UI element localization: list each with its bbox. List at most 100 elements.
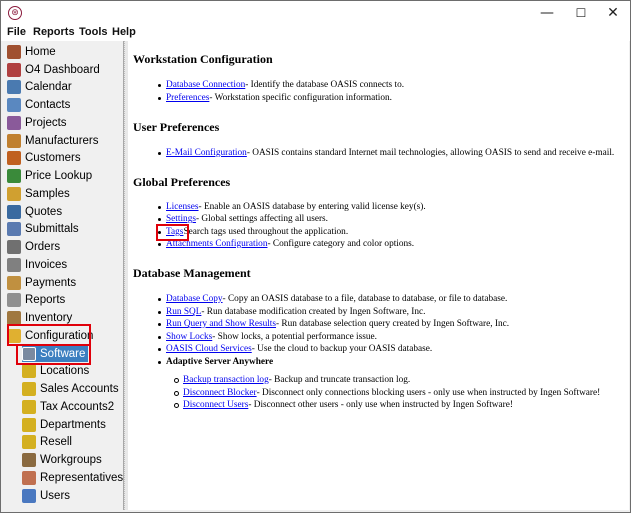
sidebar-item-label: Locations [40, 364, 90, 377]
sidebar-item-calendar[interactable]: Calendar [7, 78, 72, 95]
sidebar-item-label: Customers [25, 151, 81, 164]
preferences-link[interactable]: Preferences [166, 93, 209, 103]
sidebar-item-label: Manufacturers [25, 134, 99, 147]
customers-icon [7, 150, 21, 165]
sidebar-item-tax-accounts2[interactable]: Tax Accounts2 [22, 398, 114, 415]
sidebar-item-sales-accounts[interactable]: Sales Accounts [22, 380, 119, 397]
item-description: - OASIS contains standard Internet mail … [246, 148, 615, 158]
bullet-icon [158, 322, 161, 326]
sidebar-item-label: O4 Dashboard [25, 63, 100, 76]
bullet-icon [158, 151, 161, 155]
item-description: - Disconnect only connections blocking u… [256, 388, 601, 398]
item-description: - Backup and truncate transaction log. [268, 375, 411, 385]
workstation-configuration-heading: Workstation Configuration [133, 52, 273, 66]
sidebar-item-o4-dashboard[interactable]: O4 Dashboard [7, 61, 100, 78]
software-highlight [16, 344, 91, 365]
item-description: - Global settings affecting all users. [195, 214, 328, 224]
run-query-link[interactable]: Run Query and Show Results [166, 319, 276, 329]
list-item: Adaptive Server Anywhere [158, 357, 273, 367]
title-bar: ⊛ — ☐ ✕ [1, 1, 630, 25]
sidebar-item-representatives[interactable]: Representatives [22, 469, 123, 486]
circle-bullet-icon [174, 402, 179, 408]
invoices-icon [7, 257, 21, 272]
application-window: ⊛ — ☐ ✕ File Reports Tools Help Home O4 … [0, 0, 631, 513]
sidebar-item-invoices[interactable]: Invoices [7, 256, 67, 273]
menu-help[interactable]: Help [112, 26, 136, 38]
user-preferences-heading: User Preferences [133, 120, 220, 134]
sidebar-item-home[interactable]: Home [7, 43, 56, 60]
sidebar-item-label: Representatives [40, 471, 124, 484]
database-management-heading: Database Management [133, 266, 251, 280]
item-description: - Run database selection query created b… [276, 319, 510, 329]
sidebar-item-reports[interactable]: Reports [7, 291, 65, 308]
sidebar-item-projects[interactable]: Projects [7, 114, 67, 131]
show-locks-link[interactable]: Show Locks [166, 332, 212, 342]
inventory-icon [7, 310, 21, 325]
sidebar-item-label: Users [40, 489, 71, 502]
sidebar-item-samples[interactable]: Samples [7, 185, 70, 202]
sidebar-item-orders[interactable]: Orders [7, 238, 60, 255]
sidebar-item-label: Calendar [25, 80, 72, 93]
reports-icon [7, 292, 21, 307]
sidebar-item-label: Price Lookup [25, 169, 93, 182]
item-description: - Configure category and color options. [267, 239, 415, 249]
bullet-icon [158, 217, 161, 221]
departments-icon [22, 417, 36, 432]
list-item: Run Query and Show Results - Run databas… [158, 319, 509, 329]
sidebar-item-resell[interactable]: Resell [22, 433, 72, 450]
database-connection-link[interactable]: Database Connection [166, 80, 245, 90]
sidebar-item-users[interactable]: Users [22, 487, 70, 504]
dashboard-icon [7, 62, 21, 77]
submittals-icon [7, 221, 21, 236]
sidebar-item-workgroups[interactable]: Workgroups [22, 451, 102, 468]
database-copy-link[interactable]: Database Copy [166, 294, 223, 304]
menu-reports[interactable]: Reports [33, 26, 75, 38]
sidebar-item-contacts[interactable]: Contacts [7, 96, 70, 113]
sidebar-item-label: Invoices [25, 258, 68, 271]
list-item: Show Locks - Show locks, a potential per… [158, 332, 377, 342]
email-configuration-link[interactable]: E-Mail Configuration [166, 148, 247, 158]
tags-highlight [156, 224, 189, 241]
bullet-icon [158, 310, 161, 314]
oasis-cloud-services-link[interactable]: OASIS Cloud Services [166, 344, 252, 354]
minimize-button[interactable]: — [530, 1, 564, 25]
item-description: - Run database modification created by I… [201, 307, 426, 317]
sidebar-item-label: Quotes [25, 205, 63, 218]
sidebar-item-customers[interactable]: Customers [7, 149, 81, 166]
maximize-button[interactable]: ☐ [564, 1, 598, 25]
menu-tools[interactable]: Tools [79, 26, 108, 38]
workgroups-icon [22, 452, 36, 467]
backup-transaction-log-link[interactable]: Backup transaction log [183, 375, 269, 385]
bullet-icon [158, 242, 161, 246]
list-item: Attachments Configuration - Configure ca… [158, 239, 414, 249]
payments-icon [7, 275, 21, 290]
sidebar-item-label: Submittals [25, 222, 79, 235]
sidebar-item-price-lookup[interactable]: Price Lookup [7, 167, 92, 184]
list-item: Run SQL - Run database modification crea… [158, 307, 425, 317]
sidebar-item-label: Departments [40, 418, 106, 431]
samples-icon [7, 186, 21, 201]
menu-file[interactable]: File [7, 26, 26, 38]
settings-link[interactable]: Settings [166, 214, 196, 224]
sidebar-item-departments[interactable]: Departments [22, 416, 106, 433]
sidebar-item-label: Reports [25, 293, 66, 306]
bullet-icon [158, 335, 161, 339]
list-item: Backup transaction log - Backup and trun… [174, 375, 410, 385]
item-description: Search tags used throughout the applicat… [183, 227, 349, 237]
run-sql-link[interactable]: Run SQL [166, 307, 201, 317]
manufacturers-icon [7, 133, 21, 148]
resell-icon [22, 434, 36, 449]
price-icon [7, 168, 21, 183]
sidebar-item-quotes[interactable]: Quotes [7, 203, 62, 220]
close-button[interactable]: ✕ [596, 1, 630, 25]
sidebar-item-payments[interactable]: Payments [7, 274, 76, 291]
sidebar-item-submittals[interactable]: Submittals [7, 220, 79, 237]
sidebar-item-label: Inventory [25, 311, 73, 324]
sidebar-item-manufacturers[interactable]: Manufacturers [7, 132, 99, 149]
orders-icon [7, 239, 21, 254]
disconnect-blocker-link[interactable]: Disconnect Blocker [183, 388, 257, 398]
circle-bullet-icon [174, 377, 179, 383]
licenses-link[interactable]: Licenses [166, 202, 199, 212]
item-description: - Copy an OASIS database to a file, data… [222, 294, 508, 304]
disconnect-users-link[interactable]: Disconnect Users [183, 400, 248, 410]
